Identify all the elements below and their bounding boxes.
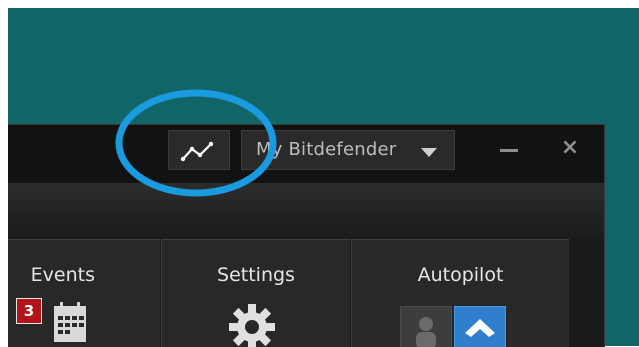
panel-row: Events 3 Settings Autopilot [8, 239, 604, 347]
header-band [8, 183, 604, 239]
close-icon: × [560, 135, 580, 160]
title-bar: My Bitdefender × [8, 125, 604, 183]
events-panel[interactable]: Events 3 [8, 239, 160, 347]
close-button[interactable]: × [558, 135, 582, 161]
autopilot-title: Autopilot [417, 264, 504, 286]
calendar-icon [54, 302, 86, 342]
activity-graph-icon [180, 141, 214, 162]
settings-panel[interactable]: Settings [161, 239, 350, 347]
activity-graph-button[interactable] [168, 130, 230, 170]
events-count-badge: 3 [16, 298, 42, 324]
account-label: My Bitdefender [256, 139, 397, 160]
minimize-button[interactable] [498, 137, 524, 163]
chevron-up-icon [465, 319, 495, 337]
gear-icon [229, 304, 275, 347]
bitdefender-window: My Bitdefender × Events 3 Settings Autop… [8, 124, 605, 347]
autopilot-off-option[interactable] [400, 306, 452, 347]
autopilot-panel: Autopilot [351, 239, 569, 347]
triangle-down-icon [421, 148, 437, 157]
user-icon [416, 317, 436, 347]
events-title: Events [30, 264, 95, 286]
minimize-icon [500, 149, 518, 152]
my-bitdefender-dropdown[interactable]: My Bitdefender [241, 130, 455, 170]
settings-title: Settings [217, 264, 295, 286]
autopilot-on-option[interactable] [454, 306, 506, 347]
autopilot-toggle[interactable] [400, 306, 510, 347]
